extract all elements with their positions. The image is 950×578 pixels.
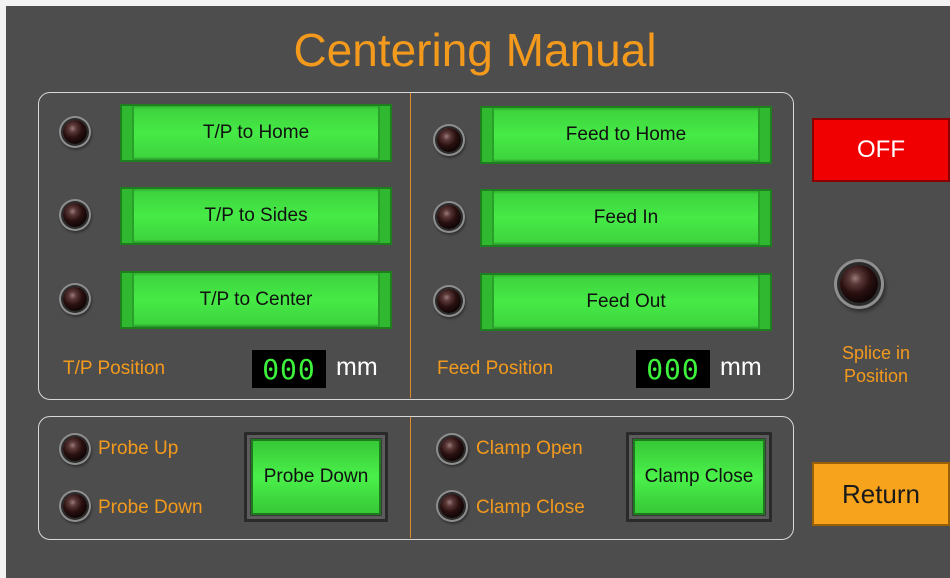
splice-label-line1: Splice in xyxy=(841,343,911,363)
feed-in-button[interactable]: Feed In xyxy=(480,189,772,247)
probe-up-indicator-led xyxy=(63,437,87,461)
feed-home-indicator-led xyxy=(437,128,461,152)
probe-down-indicator-led xyxy=(63,494,87,518)
lower-panel-divider xyxy=(410,417,411,538)
return-button[interactable]: Return xyxy=(812,462,950,526)
feed-position-label: Feed Position xyxy=(437,358,554,379)
clamp-close-button-label: Clamp Close xyxy=(633,439,765,515)
feed-to-home-button[interactable]: Feed to Home xyxy=(480,106,772,164)
probe-down-button[interactable]: Probe Down xyxy=(244,432,388,522)
page-title: Centering Manual xyxy=(293,24,657,76)
clamp-close-indicator-led xyxy=(440,494,464,518)
splice-in-position-indicator-led xyxy=(840,265,878,303)
probe-down-label: Probe Down xyxy=(98,497,203,518)
feed-out-button[interactable]: Feed Out xyxy=(480,273,772,331)
tp-position-display: 000 xyxy=(252,350,326,388)
feed-in-indicator-led xyxy=(437,205,461,229)
splice-label-line2: Position xyxy=(843,366,909,386)
probe-down-button-label: Probe Down xyxy=(251,439,381,515)
tp-position-unit: mm xyxy=(336,353,378,381)
feed-out-indicator-led xyxy=(437,289,461,313)
feed-position-display: 000 xyxy=(636,350,710,388)
off-button[interactable]: OFF xyxy=(812,118,950,182)
upper-panel-divider xyxy=(410,93,411,398)
tp-home-indicator-led xyxy=(63,120,87,144)
tp-to-sides-button[interactable]: T/P to Sides xyxy=(120,187,392,245)
tp-position-label: T/P Position xyxy=(63,358,166,379)
clamp-close-button[interactable]: Clamp Close xyxy=(626,432,772,522)
tp-to-center-button[interactable]: T/P to Center xyxy=(120,271,392,329)
splice-in-position-label: Splice in Position xyxy=(818,342,934,388)
probe-up-label: Probe Up xyxy=(98,438,179,459)
tp-center-indicator-led xyxy=(63,287,87,311)
clamp-close-label: Clamp Close xyxy=(476,497,585,518)
clamp-open-indicator-led xyxy=(440,437,464,461)
clamp-open-label: Clamp Open xyxy=(476,438,583,459)
tp-to-home-button[interactable]: T/P to Home xyxy=(120,104,392,162)
tp-sides-indicator-led xyxy=(63,203,87,227)
feed-position-unit: mm xyxy=(720,353,762,381)
